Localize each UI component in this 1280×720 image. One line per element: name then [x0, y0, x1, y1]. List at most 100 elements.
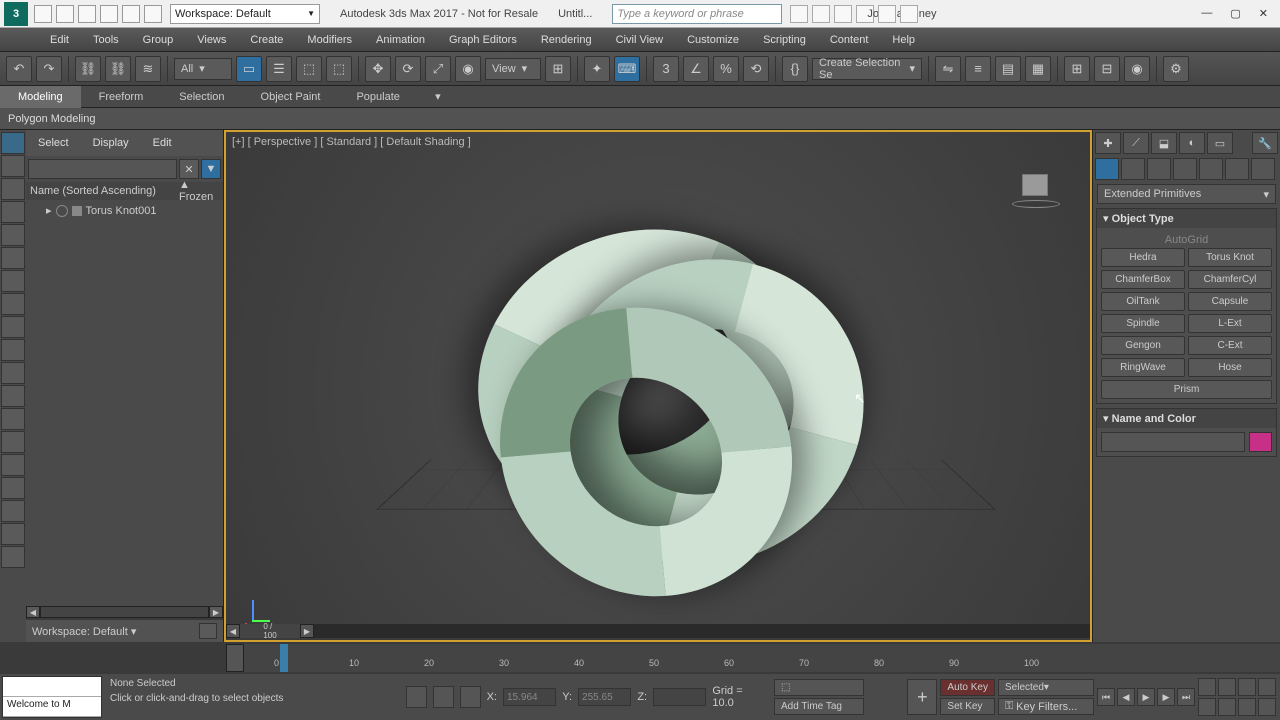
filter-shapes-icon[interactable]: [1, 178, 25, 200]
ribbon-panel-label[interactable]: Polygon Modeling: [0, 108, 1280, 130]
menu-create[interactable]: Create: [238, 28, 295, 52]
menu-scripting[interactable]: Scripting: [751, 28, 818, 52]
unlink-button[interactable]: ⛓: [105, 56, 131, 82]
menu-animation[interactable]: Animation: [364, 28, 437, 52]
cat-lights-icon[interactable]: [1147, 158, 1171, 180]
angle-snap-button[interactable]: ∠: [683, 56, 709, 82]
time-ruler[interactable]: 0 10 20 30 40 50 60 70 80 90 100: [244, 644, 1280, 672]
favorites-icon[interactable]: [834, 5, 852, 23]
scene-list[interactable]: ▸ Torus Knot001: [26, 200, 223, 606]
goto-end-icon[interactable]: ⏭: [1177, 688, 1195, 706]
menu-rendering[interactable]: Rendering: [529, 28, 604, 52]
cmd-modify-icon[interactable]: ⟋: [1123, 132, 1149, 154]
menu-views[interactable]: Views: [185, 28, 238, 52]
menu-tools[interactable]: Tools: [81, 28, 131, 52]
pan-icon[interactable]: [1198, 698, 1216, 716]
scene-tab-select[interactable]: Select: [26, 130, 81, 156]
material-editor-button[interactable]: ◉: [1124, 56, 1150, 82]
filter-b-icon[interactable]: [1, 454, 25, 476]
cat-cameras-icon[interactable]: [1173, 158, 1197, 180]
filter-spacewarps-icon[interactable]: [1, 270, 25, 292]
bind-spacewarp-button[interactable]: ≋: [135, 56, 161, 82]
selection-filter-combo[interactable]: All: [174, 58, 232, 80]
maxscript-mini-listener[interactable]: Welcome to M: [2, 676, 102, 718]
filter-e-icon[interactable]: [1, 523, 25, 545]
filter-d-icon[interactable]: [1, 500, 25, 522]
scale-button[interactable]: ⤢: [425, 56, 451, 82]
scene-hscroll[interactable]: ◀ ▶: [26, 606, 223, 620]
btn-capsule[interactable]: Capsule: [1188, 292, 1272, 311]
project-icon[interactable]: [144, 5, 162, 23]
cmd-hierarchy-icon[interactable]: ⬓: [1151, 132, 1177, 154]
time-left-icon[interactable]: ◀: [226, 624, 240, 638]
filter-bone-icon[interactable]: [1, 339, 25, 361]
zoom-extents-all-icon[interactable]: [1258, 678, 1276, 696]
viewcube[interactable]: [1012, 170, 1060, 208]
new-file-icon[interactable]: [34, 5, 52, 23]
filter-xrefs-icon[interactable]: [1, 316, 25, 338]
schematic-view-button[interactable]: ⊟: [1094, 56, 1120, 82]
viewport-perspective[interactable]: [+] [ Perspective ] [ Standard ] [ Defau…: [224, 130, 1092, 642]
next-frame-icon[interactable]: ▶: [1157, 688, 1175, 706]
filter-cameras-icon[interactable]: [1, 224, 25, 246]
snap-toggle-button[interactable]: 3: [653, 56, 679, 82]
menu-civil-view[interactable]: Civil View: [604, 28, 675, 52]
clear-search-icon[interactable]: ✕: [179, 159, 199, 179]
filter-c-icon[interactable]: [1, 477, 25, 499]
scroll-track[interactable]: [40, 606, 209, 618]
filter-f-icon[interactable]: [1, 546, 25, 568]
save-file-icon[interactable]: [78, 5, 96, 23]
redo-icon[interactable]: [122, 5, 140, 23]
undo-button[interactable]: ↶: [6, 56, 32, 82]
help-icon[interactable]: [900, 5, 918, 23]
expand-icon[interactable]: ▸: [46, 204, 52, 217]
rotate-button[interactable]: ⟳: [395, 56, 421, 82]
window-crossing-button[interactable]: ⬚: [326, 56, 352, 82]
btn-hedra[interactable]: Hedra: [1101, 248, 1185, 267]
filter-lights-icon[interactable]: [1, 201, 25, 223]
goto-start-icon[interactable]: ⏮: [1097, 688, 1115, 706]
filter-containers-icon[interactable]: [1, 362, 25, 384]
menu-edit[interactable]: Edit: [38, 28, 81, 52]
workspace-label[interactable]: Workspace: Default: [32, 625, 136, 638]
time-slider[interactable]: 0 10 20 30 40 50 60 70 80 90 100: [226, 642, 1280, 674]
cmd-display-icon[interactable]: ▭: [1207, 132, 1233, 154]
placement-button[interactable]: ◉: [455, 56, 481, 82]
toggle-ribbon-button[interactable]: ▦: [1025, 56, 1051, 82]
search-go-icon[interactable]: [790, 5, 808, 23]
header-name-col[interactable]: Name (Sorted Ascending): [30, 185, 179, 197]
visibility-icon[interactable]: [56, 205, 68, 217]
ribbon-tab-modeling[interactable]: Modeling: [0, 86, 81, 108]
signed-in-user[interactable]: JoshuaKinney: [856, 5, 874, 23]
filter-groups-icon[interactable]: [1, 293, 25, 315]
keyboard-shortcut-toggle[interactable]: ⌨: [614, 56, 640, 82]
btn-hose[interactable]: Hose: [1188, 358, 1272, 377]
scene-tab-display[interactable]: Display: [81, 130, 141, 156]
selection-lock-icon[interactable]: [460, 686, 481, 708]
menu-help[interactable]: Help: [880, 28, 927, 52]
scroll-left-icon[interactable]: ◀: [26, 606, 40, 618]
edit-selection-set-button[interactable]: {}: [782, 56, 808, 82]
menu-graph-editors[interactable]: Graph Editors: [437, 28, 529, 52]
redo-button[interactable]: ↷: [36, 56, 62, 82]
object-name-input[interactable]: [1101, 432, 1245, 452]
zoom-all-icon[interactable]: [1218, 678, 1236, 696]
select-by-name-button[interactable]: ☰: [266, 56, 292, 82]
btn-spindle[interactable]: Spindle: [1101, 314, 1185, 333]
time-tag-icon[interactable]: ⬚: [774, 679, 864, 696]
add-time-tag-button[interactable]: Add Time Tag: [774, 698, 864, 715]
set-key-big-button[interactable]: +: [907, 679, 937, 715]
auto-key-button[interactable]: Auto Key: [940, 679, 995, 696]
list-item[interactable]: ▸ Torus Knot001: [30, 202, 219, 219]
isolate-icon[interactable]: [433, 686, 454, 708]
ribbon-tab-populate[interactable]: Populate: [338, 86, 417, 108]
select-object-button[interactable]: ▭: [236, 56, 262, 82]
cat-helpers-icon[interactable]: [1199, 158, 1223, 180]
viewport-timebar[interactable]: ◀ 0 / 100 ▶: [226, 624, 1090, 640]
scroll-right-icon[interactable]: ▶: [209, 606, 223, 618]
filter-geometry-icon[interactable]: [1, 155, 25, 177]
ribbon-tab-selection[interactable]: Selection: [161, 86, 242, 108]
orbit-icon[interactable]: [1218, 698, 1236, 716]
viewport-label[interactable]: [+] [ Perspective ] [ Standard ] [ Defau…: [232, 136, 471, 148]
lock-selection-icon[interactable]: [406, 686, 427, 708]
